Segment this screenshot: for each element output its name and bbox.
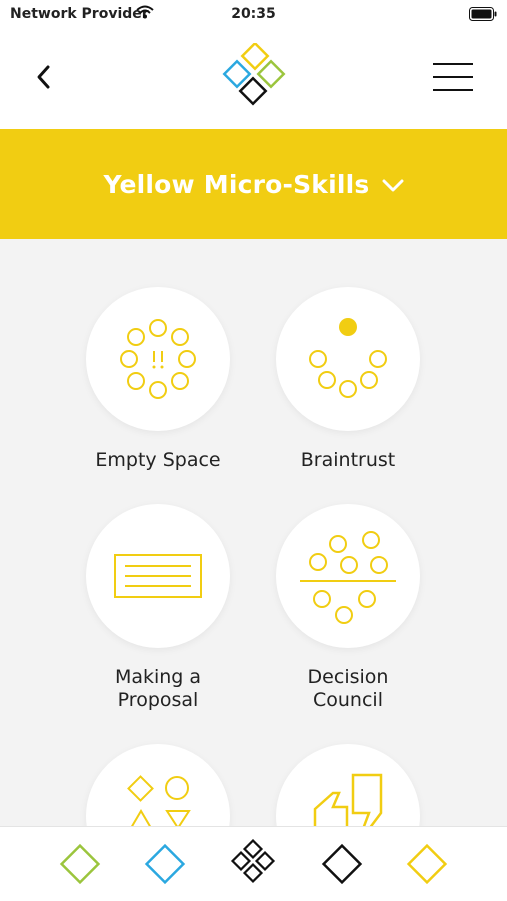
empty-space-icon	[120, 319, 196, 399]
diamond-cluster-icon	[230, 839, 276, 884]
battery-icon	[469, 7, 497, 25]
braintrust-icon	[309, 318, 387, 398]
tab-black[interactable]	[317, 837, 367, 891]
bottom-tab-bar	[0, 826, 507, 901]
skill-label: Braintrust	[300, 449, 396, 471]
skill-circle	[276, 287, 420, 431]
skill-card-braintrust[interactable]: Braintrust	[263, 287, 433, 472]
proposal-icon	[114, 554, 202, 598]
skill-label: Empty Space	[95, 449, 221, 471]
back-button[interactable]	[28, 60, 64, 96]
skill-circle	[276, 744, 420, 826]
skill-circle	[86, 504, 230, 648]
diamond-icon	[406, 843, 448, 885]
tab-all[interactable]	[228, 837, 278, 891]
tab-blue[interactable]	[140, 837, 190, 891]
diamond-cluster-logo	[222, 41, 286, 106]
diamond-icon	[321, 843, 363, 885]
skill-circle	[276, 504, 420, 648]
skill-card-making-a-proposal[interactable]: Making a Proposal	[73, 504, 243, 712]
diamond-icon	[144, 843, 186, 885]
skill-card-quotes[interactable]	[263, 744, 433, 826]
quote-icon	[313, 773, 383, 826]
clock-time: 20:35	[231, 6, 276, 22]
status-bar: Network Provider 20:35	[0, 0, 507, 30]
category-selector[interactable]: Yellow Micro-Skills	[0, 129, 507, 239]
chevron-down-icon	[382, 179, 404, 192]
shapes-icon	[127, 775, 191, 826]
app-logo	[219, 41, 289, 113]
menu-button[interactable]	[431, 60, 475, 94]
skill-circle	[86, 287, 230, 431]
category-title: Yellow Micro-Skills	[103, 169, 370, 199]
nav-bar	[0, 30, 507, 129]
skill-card-decision-council[interactable]: Decision Council	[263, 504, 433, 712]
skill-label: Decision Council	[307, 666, 389, 711]
skill-card-shapes[interactable]	[73, 744, 243, 826]
skill-label: Making a Proposal	[114, 666, 202, 711]
tab-green[interactable]	[55, 837, 105, 891]
chevron-left-icon	[37, 65, 50, 89]
skills-grid: Empty Space Braintrust Making a Proposal…	[0, 239, 507, 826]
diamond-icon	[59, 843, 101, 885]
tab-yellow[interactable]	[402, 837, 452, 891]
skill-card-empty-space[interactable]: Empty Space	[73, 287, 243, 472]
decision-council-icon	[300, 531, 396, 624]
skill-circle	[86, 744, 230, 826]
hamburger-icon	[433, 63, 473, 91]
